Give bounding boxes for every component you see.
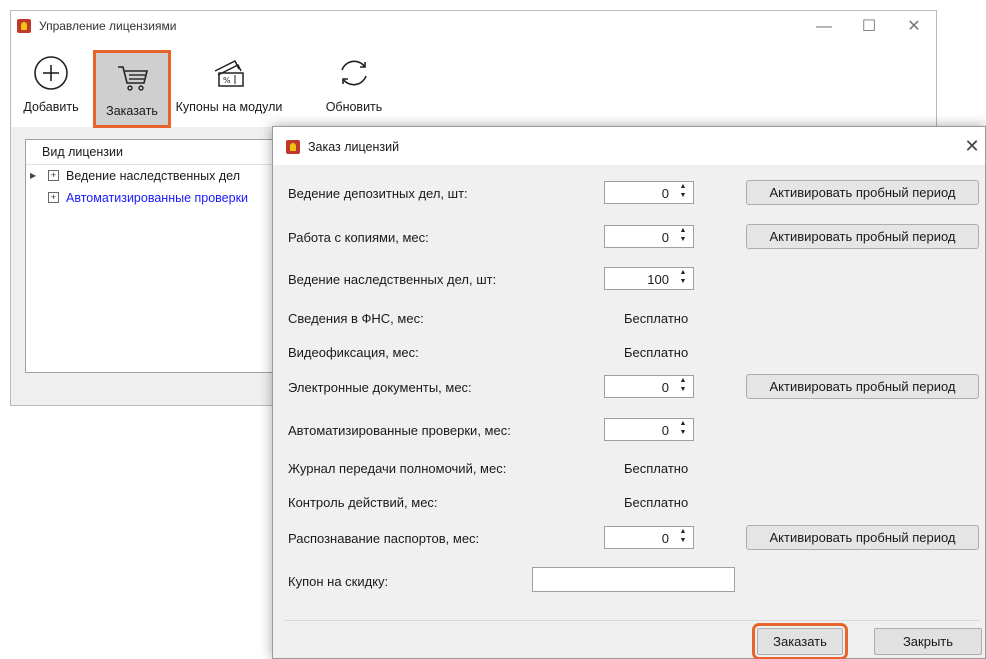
coupon-label: Купон на скидку: [288, 574, 389, 589]
spin-arrows-icon[interactable]: ▲ ▼ [677, 419, 689, 440]
quantity-stepper[interactable]: 0 ▲ ▼ [604, 375, 694, 398]
license-row-label: Видеофиксация, мес: [288, 345, 419, 360]
license-row-label: Автоматизированные проверки, мес: [288, 423, 511, 438]
tree-row-label: Ведение наследственных дел [66, 169, 241, 183]
license-row: Журнал передачи полномочий, мес: Бесплат… [273, 453, 985, 483]
main-toolbar: Добавить Заказать % Купоны на модули Обн… [11, 41, 936, 128]
license-row-label: Контроль действий, мес: [288, 495, 438, 510]
app-logo-icon [17, 19, 31, 33]
close-dialog-button[interactable]: Закрыть [874, 628, 982, 655]
license-row-label: Ведение наследственных дел, шт: [288, 272, 497, 287]
coupon-row: Купон на скидку: [273, 566, 985, 596]
license-row: Автоматизированные проверки, мес: 0 ▲ ▼ [273, 415, 985, 445]
license-row-label: Сведения в ФНС, мес: [288, 311, 424, 326]
submit-order-button[interactable]: Заказать [752, 623, 848, 659]
quantity-stepper[interactable]: 0 ▲ ▼ [604, 526, 694, 549]
maximize-button[interactable]: ☐ [847, 16, 891, 38]
spin-arrows-icon[interactable]: ▲ ▼ [677, 527, 689, 548]
dialog-title: Заказ лицензий [308, 140, 400, 154]
free-status: Бесплатно [624, 345, 689, 360]
free-status: Бесплатно [624, 461, 689, 476]
row-pointer-icon: ▶ [30, 171, 37, 180]
quantity-stepper[interactable]: 0 ▲ ▼ [604, 181, 694, 204]
order-button[interactable]: Заказать [93, 50, 171, 128]
license-row-label: Ведение депозитных дел, шт: [288, 186, 468, 201]
quantity-stepper[interactable]: 100 ▲ ▼ [604, 267, 694, 290]
refresh-button[interactable]: Обновить [316, 49, 392, 125]
quantity-value: 0 [661, 230, 669, 245]
activate-trial-button[interactable]: Активировать пробный период [746, 180, 979, 205]
quantity-value: 0 [661, 186, 669, 201]
license-row: Ведение наследственных дел, шт: 100 ▲ ▼ [273, 264, 985, 294]
tree-row[interactable]: + Автоматизированные проверки [26, 187, 296, 209]
app-logo-icon [286, 140, 300, 154]
spin-arrows-icon[interactable]: ▲ ▼ [677, 182, 689, 203]
expand-icon[interactable]: + [48, 170, 59, 181]
refresh-icon [341, 60, 367, 86]
main-window-title: Управление лицензиями [39, 19, 177, 33]
quantity-value: 0 [661, 423, 669, 438]
license-row-label: Распознавание паспортов, мес: [288, 531, 480, 546]
license-row: Контроль действий, мес: Бесплатно [273, 487, 985, 517]
license-row: Работа с копиями, мес: 0 ▲ ▼ Активировать… [273, 222, 985, 252]
refresh-button-label: Обновить [325, 100, 383, 114]
license-row: Распознавание паспортов, мес: 0 ▲ ▼ Актив… [273, 523, 985, 553]
free-status: Бесплатно [624, 311, 689, 326]
coupon-tickets-icon: % [214, 59, 244, 87]
license-row: Электронные документы, мес: 0 ▲ ▼ Активир… [273, 372, 985, 402]
main-titlebar: Управление лицензиями — ☐ ✕ [11, 11, 936, 41]
quantity-value: 0 [661, 531, 669, 546]
minimize-button[interactable]: — [802, 16, 846, 38]
shopping-cart-icon [118, 66, 149, 91]
footer-divider [285, 620, 979, 621]
quantity-stepper[interactable]: 0 ▲ ▼ [604, 225, 694, 248]
tree-row[interactable]: ▶ + Ведение наследственных дел [26, 165, 296, 187]
license-row-label: Журнал передачи полномочий, мес: [288, 461, 507, 476]
svg-text:%: % [223, 76, 231, 85]
activate-trial-button[interactable]: Активировать пробный период [746, 224, 979, 249]
dialog-close-icon[interactable]: ✕ [961, 135, 983, 157]
spin-arrows-icon[interactable]: ▲ ▼ [677, 268, 689, 289]
spin-arrows-icon[interactable]: ▲ ▼ [677, 226, 689, 247]
license-type-column-header[interactable]: Вид лицензии [26, 140, 296, 165]
license-row: Сведения в ФНС, мес: Бесплатно [273, 303, 985, 333]
license-row-label: Работа с копиями, мес: [288, 230, 429, 245]
order-licenses-dialog: Заказ лицензий ✕ Ведение депозитных дел,… [272, 126, 986, 659]
dialog-titlebar: Заказ лицензий ✕ [273, 127, 985, 165]
activate-trial-button[interactable]: Активировать пробный период [746, 374, 979, 399]
order-button-label: Заказать [106, 104, 158, 118]
add-button[interactable]: Добавить [13, 49, 89, 125]
activate-trial-button[interactable]: Активировать пробный период [746, 525, 979, 550]
module-coupons-button[interactable]: % Купоны на модули [173, 49, 285, 125]
module-coupons-label: Купоны на модули [175, 100, 283, 114]
license-row: Видеофиксация, мес: Бесплатно [273, 337, 985, 367]
license-tree[interactable]: Вид лицензии ▶ + Ведение наследственных … [25, 139, 297, 373]
add-button-label: Добавить [23, 100, 79, 114]
quantity-value: 100 [647, 272, 669, 287]
expand-icon[interactable]: + [48, 192, 59, 203]
quantity-value: 0 [661, 380, 669, 395]
free-status: Бесплатно [624, 495, 689, 510]
close-window-button[interactable]: ✕ [892, 16, 936, 38]
plus-circle-icon [34, 56, 68, 90]
spin-arrows-icon[interactable]: ▲ ▼ [677, 376, 689, 397]
license-row-label: Электронные документы, мес: [288, 380, 472, 395]
tree-row-label: Автоматизированные проверки [66, 191, 249, 205]
coupon-input[interactable] [532, 567, 735, 592]
quantity-stepper[interactable]: 0 ▲ ▼ [604, 418, 694, 441]
license-row: Ведение депозитных дел, шт: 0 ▲ ▼ Активир… [273, 178, 985, 208]
